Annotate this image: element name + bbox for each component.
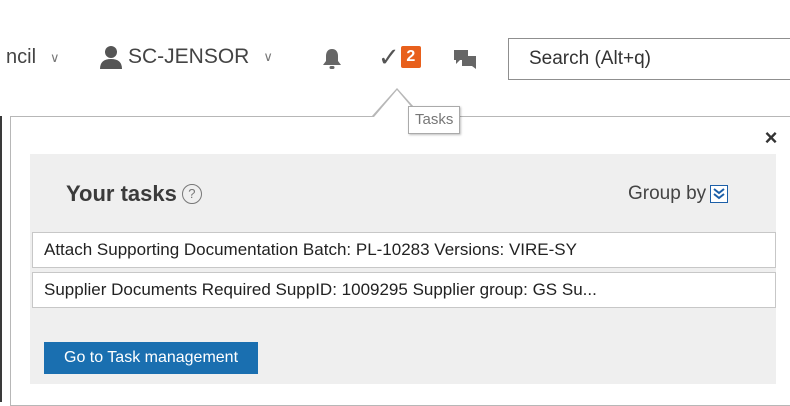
task-item[interactable]: Attach Supporting Documentation Batch: P… [32,232,776,268]
tasks-button[interactable]: ✓ 2 [378,44,421,70]
help-icon[interactable]: ? [181,184,202,204]
check-icon: ✓ [378,42,400,72]
notifications-button[interactable] [322,48,342,70]
go-to-task-management-button[interactable]: Go to Task management [44,342,259,374]
chevron-down-icon: ∨ [50,49,60,65]
task-item[interactable]: Supplier Documents Required SuppID: 1009… [32,272,776,308]
messages-button[interactable] [454,50,478,70]
close-icon[interactable]: × [760,126,782,150]
tasks-count-badge: 2 [400,46,421,68]
user-label: SC-JENSOR [128,45,250,68]
group-by-label: Group by [628,183,707,204]
panel-title-text: Your tasks [66,181,177,206]
tasks-tooltip: Tasks [408,106,461,134]
task-list: Attach Supporting Documentation Batch: P… [32,232,776,312]
tasks-panel: Your tasks ? Group by Attach Supporting … [30,154,776,384]
search-input[interactable] [508,38,790,80]
council-label: ncil [6,46,37,68]
chevron-down-icon: ∨ [263,49,273,64]
chat-icon [454,50,476,69]
council-menu[interactable]: ncil ∨ [6,46,60,69]
user-icon [100,46,122,69]
group-by-control[interactable]: Group by [628,183,729,205]
bell-icon [323,49,341,69]
user-menu[interactable]: SC-JENSOR ∨ [98,44,273,70]
group-by-icon[interactable] [710,185,729,203]
panel-title: Your tasks ? [66,181,202,207]
